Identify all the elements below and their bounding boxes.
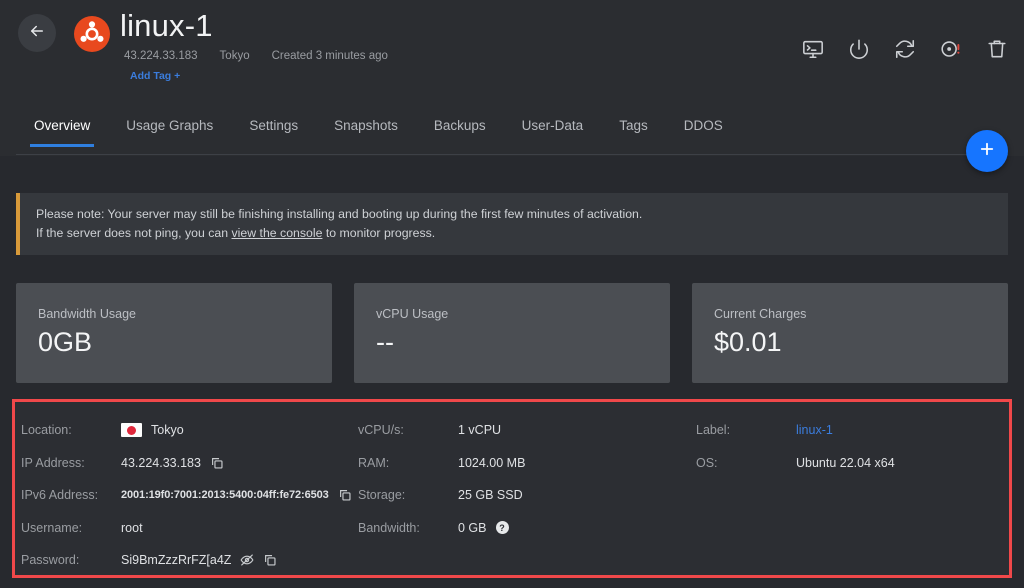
card-vcpu-usage: vCPU Usage -- (354, 283, 670, 383)
tab-overview[interactable]: Overview (16, 112, 108, 147)
password-text: Si9BmZzzRrFZ[a4Z (121, 553, 232, 568)
username-text: root (121, 520, 143, 535)
detail-row-username: Username: root (21, 512, 352, 545)
back-button[interactable] (18, 14, 56, 52)
label-link[interactable]: linux-1 (796, 423, 833, 437)
bandwidth-link[interactable]: 0 GB (458, 521, 487, 535)
plus-icon (978, 140, 996, 163)
ipv6-address-text: 2001:19f0:7001:2013:5400:04ff:fe72:6503 (121, 489, 329, 502)
add-tag-link[interactable]: Add Tag + (130, 70, 180, 82)
trash-icon[interactable] (986, 38, 1008, 60)
detail-key: IPv6 Address: (21, 488, 99, 503)
server-overview-page: linux-1 43.224.33.183 Tokyo Created 3 mi… (0, 0, 1024, 588)
detail-value: 1024.00 MB (458, 455, 526, 470)
detail-key: Username: (21, 520, 83, 535)
detail-row-ipv6-address: IPv6 Address: 2001:19f0:7001:2013:5400:0… (21, 479, 352, 512)
view-console-link[interactable]: view the console (232, 226, 323, 240)
server-region: Tokyo (219, 50, 250, 62)
tab-divider (16, 154, 1008, 155)
tab-list: Overview Usage Graphs Settings Snapshots… (16, 112, 741, 147)
detail-value: 43.224.33.183 (121, 456, 224, 470)
detail-row-bandwidth: Bandwidth: 0 GB ? (358, 512, 525, 545)
arrow-left-icon (28, 22, 46, 45)
detail-value: 1 vCPU (458, 423, 502, 438)
notice-line-2-post: to monitor progress. (322, 226, 436, 240)
detail-row-vcpus: vCPU/s: 1 vCPU (358, 414, 525, 447)
detail-value: Si9BmZzzRrFZ[a4Z (121, 553, 277, 567)
ubuntu-logo-icon (74, 16, 110, 52)
detail-key: RAM: (358, 455, 390, 470)
card-label: Bandwidth Usage (38, 307, 136, 321)
card-value: -- (376, 327, 394, 357)
detail-row-location: Location: Tokyo (21, 414, 352, 447)
ip-address-text: 43.224.33.183 (121, 455, 201, 470)
server-meta: 43.224.33.183 Tokyo Created 3 minutes ag… (124, 50, 388, 62)
iso-warning-icon[interactable] (940, 38, 962, 60)
detail-row-ip-address: IP Address: 43.224.33.183 (21, 447, 352, 480)
copy-password-icon[interactable] (263, 553, 277, 567)
tab-tags[interactable]: Tags (601, 112, 666, 147)
help-icon[interactable]: ? (495, 521, 509, 535)
notice-banner: Please note: Your server may still be fi… (16, 193, 1008, 255)
detail-key: Password: (21, 553, 80, 568)
console-icon[interactable] (802, 38, 824, 60)
card-label: vCPU Usage (376, 307, 449, 321)
server-details-panel: Location: Tokyo IP Address: 43.224.33.18… (12, 399, 1012, 578)
tab-ddos[interactable]: DDOS (666, 112, 741, 147)
tab-backups[interactable]: Backups (416, 112, 504, 147)
card-value: 0GB (38, 327, 93, 357)
detail-key: vCPU/s: (358, 423, 404, 438)
detail-row-storage: Storage: 25 GB SSD (358, 479, 525, 512)
detail-row-password: Password: Si9BmZzzRrFZ[a4Z (21, 544, 352, 577)
details-column-1: Location: Tokyo IP Address: 43.224.33.18… (21, 414, 352, 577)
detail-value: root (121, 521, 143, 535)
detail-key: IP Address: (21, 455, 85, 470)
header-actions (802, 38, 1008, 60)
card-current-charges: Current Charges $0.01 (692, 283, 1008, 383)
card-bandwidth-usage: Bandwidth Usage 0GB (16, 283, 332, 383)
detail-value: 2001:19f0:7001:2013:5400:04ff:fe72:6503 (121, 488, 352, 502)
tab-settings[interactable]: Settings (231, 112, 316, 147)
detail-value: 25 GB SSD (458, 488, 523, 503)
tab-usage-graphs[interactable]: Usage Graphs (108, 112, 231, 147)
detail-key: Label: (696, 423, 731, 438)
restart-icon[interactable] (894, 38, 916, 60)
detail-key: OS: (696, 455, 718, 470)
power-icon[interactable] (848, 38, 870, 60)
detail-value: Tokyo (121, 423, 184, 438)
detail-value: Ubuntu 22.04 x64 (796, 455, 895, 470)
detail-row-label: Label: linux-1 (696, 414, 895, 447)
detail-row-os: OS: Ubuntu 22.04 x64 (696, 447, 895, 480)
notice-line-1: Please note: Your server may still be fi… (36, 207, 643, 221)
tab-snapshots[interactable]: Snapshots (316, 112, 416, 147)
copy-ipv6-icon[interactable] (338, 488, 352, 502)
card-label: Current Charges (714, 307, 807, 321)
detail-row-ram: RAM: 1024.00 MB (358, 447, 525, 480)
copy-ip-icon[interactable] (210, 456, 224, 470)
location-text: Tokyo (151, 423, 184, 438)
detail-key: Location: (21, 423, 72, 438)
details-column-2: vCPU/s: 1 vCPU RAM: 1024.00 MB Storage: … (358, 414, 525, 544)
stat-cards: Bandwidth Usage 0GB vCPU Usage -- Curren… (16, 283, 1008, 383)
details-column-3: Label: linux-1 OS: Ubuntu 22.04 x64 (696, 414, 895, 479)
eye-off-icon[interactable] (240, 553, 254, 567)
page-title: linux-1 (120, 8, 213, 43)
detail-value: 0 GB ? (458, 521, 509, 535)
detail-key: Storage: (358, 488, 406, 503)
detail-key: Bandwidth: (358, 520, 420, 535)
tab-bar: Overview Usage Graphs Settings Snapshots… (0, 100, 1024, 156)
add-button[interactable] (966, 130, 1008, 172)
page-header: linux-1 43.224.33.183 Tokyo Created 3 mi… (0, 0, 1024, 100)
server-created: Created 3 minutes ago (271, 50, 388, 62)
card-value: $0.01 (714, 327, 782, 357)
notice-line-2: If the server does not ping, you can vie… (36, 226, 435, 240)
japan-flag-icon (121, 423, 142, 438)
server-ip: 43.224.33.183 (124, 50, 198, 62)
tab-user-data[interactable]: User-Data (504, 112, 602, 147)
notice-line-2-pre: If the server does not ping, you can (36, 226, 232, 240)
